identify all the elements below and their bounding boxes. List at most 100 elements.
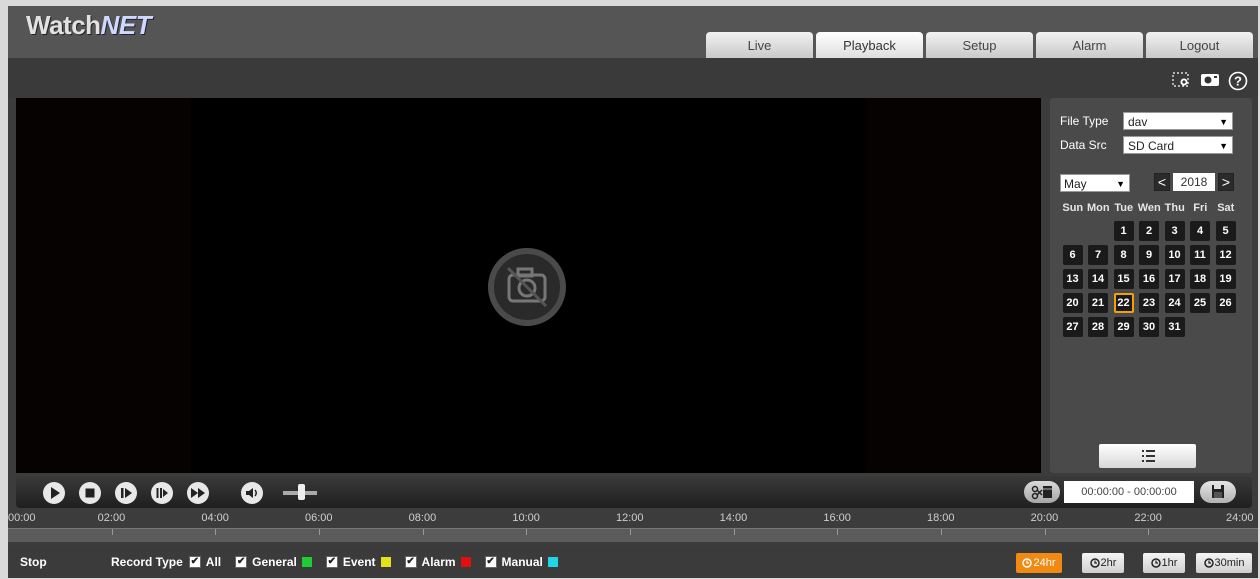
- record-type-general-checkbox[interactable]: ✔: [235, 556, 248, 568]
- calendar-day[interactable]: 12: [1215, 245, 1236, 265]
- zoom-24hr-button[interactable]: 24hr: [1016, 553, 1062, 573]
- timeline-tick: [1148, 529, 1150, 535]
- calendar-day[interactable]: 17: [1164, 269, 1185, 289]
- calendar-day[interactable]: 9: [1139, 245, 1159, 265]
- calendar-day[interactable]: 7: [1088, 245, 1108, 265]
- timeline-track[interactable]: [8, 528, 1258, 542]
- record-type-manual[interactable]: ✔ Manual: [484, 555, 558, 569]
- record-type-all[interactable]: ✔ All: [188, 555, 221, 569]
- zoom-30min-button[interactable]: 30min: [1196, 553, 1252, 573]
- calendar-day[interactable]: 31: [1164, 317, 1185, 337]
- calendar-day[interactable]: 8: [1113, 245, 1134, 265]
- month-select[interactable]: May ▼: [1060, 174, 1130, 192]
- save-clip-button[interactable]: [1200, 481, 1236, 503]
- calendar-day[interactable]: 21: [1088, 293, 1108, 313]
- step-button[interactable]: [114, 481, 138, 505]
- event-color-swatch: [380, 557, 391, 567]
- volume-slider-handle[interactable]: [298, 484, 305, 500]
- calendar-day[interactable]: 13: [1062, 269, 1083, 289]
- file-type-select[interactable]: dav ▼: [1123, 112, 1233, 130]
- tab-alarm[interactable]: Alarm: [1036, 32, 1143, 58]
- watchnet-logo: WatchNET: [26, 10, 152, 40]
- record-type-general[interactable]: ✔ General: [235, 555, 312, 569]
- calendar-day[interactable]: 26: [1215, 293, 1236, 313]
- record-type-event-checkbox[interactable]: ✔: [325, 556, 338, 568]
- data-src-select[interactable]: SD Card ▼: [1123, 136, 1233, 154]
- region-zoom-icon[interactable]: [1172, 71, 1192, 89]
- calendar-day[interactable]: 4: [1190, 221, 1210, 241]
- calendar-day[interactable]: 14: [1088, 269, 1108, 289]
- svg-text:?: ?: [1234, 74, 1242, 89]
- calendar-day[interactable]: 1: [1113, 221, 1134, 241]
- tab-logout[interactable]: Logout: [1146, 32, 1253, 58]
- calendar-day[interactable]: 28: [1088, 317, 1108, 337]
- help-icon[interactable]: ?: [1228, 71, 1248, 91]
- calendar-day[interactable]: 22: [1113, 293, 1134, 313]
- timeline-label: 04:00: [201, 512, 229, 524]
- file-type-label: File Type: [1060, 114, 1109, 128]
- calendar-day[interactable]: 2: [1139, 221, 1159, 241]
- file-list-icon: [1142, 450, 1155, 462]
- clock-icon: [1089, 558, 1100, 568]
- weekday-sat: Sat: [1217, 202, 1235, 214]
- timeline-labels: 00:00 02:00 04:00 06:00 08:00 10:00 12:00 14:00…: [8, 512, 1258, 528]
- clip-time-range[interactable]: 00:00:00 - 00:00:00: [1064, 481, 1194, 503]
- slow-button[interactable]: [150, 481, 174, 505]
- timeline-label: 12:00: [616, 512, 644, 524]
- calendar-day[interactable]: 29: [1113, 317, 1134, 337]
- calendar-day[interactable]: 18: [1190, 269, 1210, 289]
- timeline-label: 08:00: [408, 512, 437, 524]
- step-back-icon: [115, 482, 137, 504]
- timeline-label: 22:00: [1134, 512, 1162, 524]
- calendar-day[interactable]: 15: [1113, 269, 1134, 289]
- calendar-day[interactable]: 27: [1062, 317, 1083, 337]
- fast-forward-button[interactable]: [186, 481, 210, 505]
- record-type-alarm[interactable]: ✔ Alarm: [404, 555, 471, 569]
- play-button[interactable]: [42, 481, 66, 505]
- tab-playback[interactable]: Playback: [816, 32, 923, 58]
- calendar-day[interactable]: 25: [1190, 293, 1210, 313]
- calendar-day[interactable]: 10: [1164, 245, 1185, 265]
- record-type-manual-checkbox[interactable]: ✔: [484, 556, 497, 568]
- calendar-day[interactable]: 23: [1139, 293, 1159, 313]
- record-type-all-checkbox[interactable]: ✔: [188, 556, 201, 568]
- tab-live[interactable]: Live: [706, 32, 813, 58]
- calendar-days: 1 2 3 4 5 6 7 8 9 10 11 12 13 14 15 16 17 18 19 20 21 22 23 24 2…: [1060, 221, 1250, 361]
- calendar-day[interactable]: 11: [1190, 245, 1210, 265]
- record-type-label: Record Type: [111, 555, 183, 569]
- stop-button[interactable]: [78, 481, 102, 505]
- zoom-2hr-button[interactable]: 2hr: [1082, 553, 1124, 573]
- calendar-day[interactable]: 30: [1139, 317, 1159, 337]
- record-type-event[interactable]: ✔ Event: [325, 555, 391, 569]
- data-src-row: Data Src SD Card ▼: [1060, 136, 1233, 154]
- calendar-day[interactable]: 6: [1062, 245, 1083, 265]
- clip-button[interactable]: [1024, 481, 1060, 503]
- calendar-day[interactable]: 24: [1164, 293, 1185, 313]
- weekday-thu: Thu: [1164, 202, 1185, 214]
- weekday-sun: Sun: [1062, 202, 1084, 214]
- tab-setup[interactable]: Setup: [926, 32, 1033, 58]
- video-viewport[interactable]: [16, 98, 1041, 473]
- floppy-disk-icon: [1212, 485, 1224, 498]
- timeline-label: 02:00: [97, 512, 126, 524]
- calendar-day[interactable]: 5: [1215, 221, 1236, 241]
- calendar-day[interactable]: 3: [1164, 221, 1185, 241]
- timeline-label: 16:00: [823, 512, 851, 524]
- calendar-day[interactable]: 20: [1062, 293, 1083, 313]
- next-year-button[interactable]: >: [1218, 173, 1234, 191]
- prev-year-button[interactable]: <: [1154, 173, 1170, 191]
- calendar-weekdays: Sun Mon Tue Wen Thu Fri Sat: [1060, 202, 1239, 214]
- header-bar: WatchNET Live Playback Setup Alarm Logou…: [8, 6, 1258, 58]
- weekday-tue: Tue: [1114, 202, 1134, 214]
- record-type-alarm-checkbox[interactable]: ✔: [404, 556, 417, 568]
- timeline-label: 18:00: [927, 512, 955, 524]
- timeline-tick: [837, 529, 839, 535]
- timeline-label: 10:00: [512, 512, 540, 524]
- calendar-day[interactable]: 16: [1139, 269, 1159, 289]
- zoom-1hr-button[interactable]: 1hr: [1143, 553, 1185, 573]
- sub-toolbar: ?: [8, 58, 1258, 98]
- calendar-day[interactable]: 19: [1215, 269, 1236, 289]
- file-list-button[interactable]: [1099, 444, 1196, 468]
- volume-button[interactable]: [240, 481, 264, 505]
- snapshot-icon[interactable]: [1200, 71, 1220, 89]
